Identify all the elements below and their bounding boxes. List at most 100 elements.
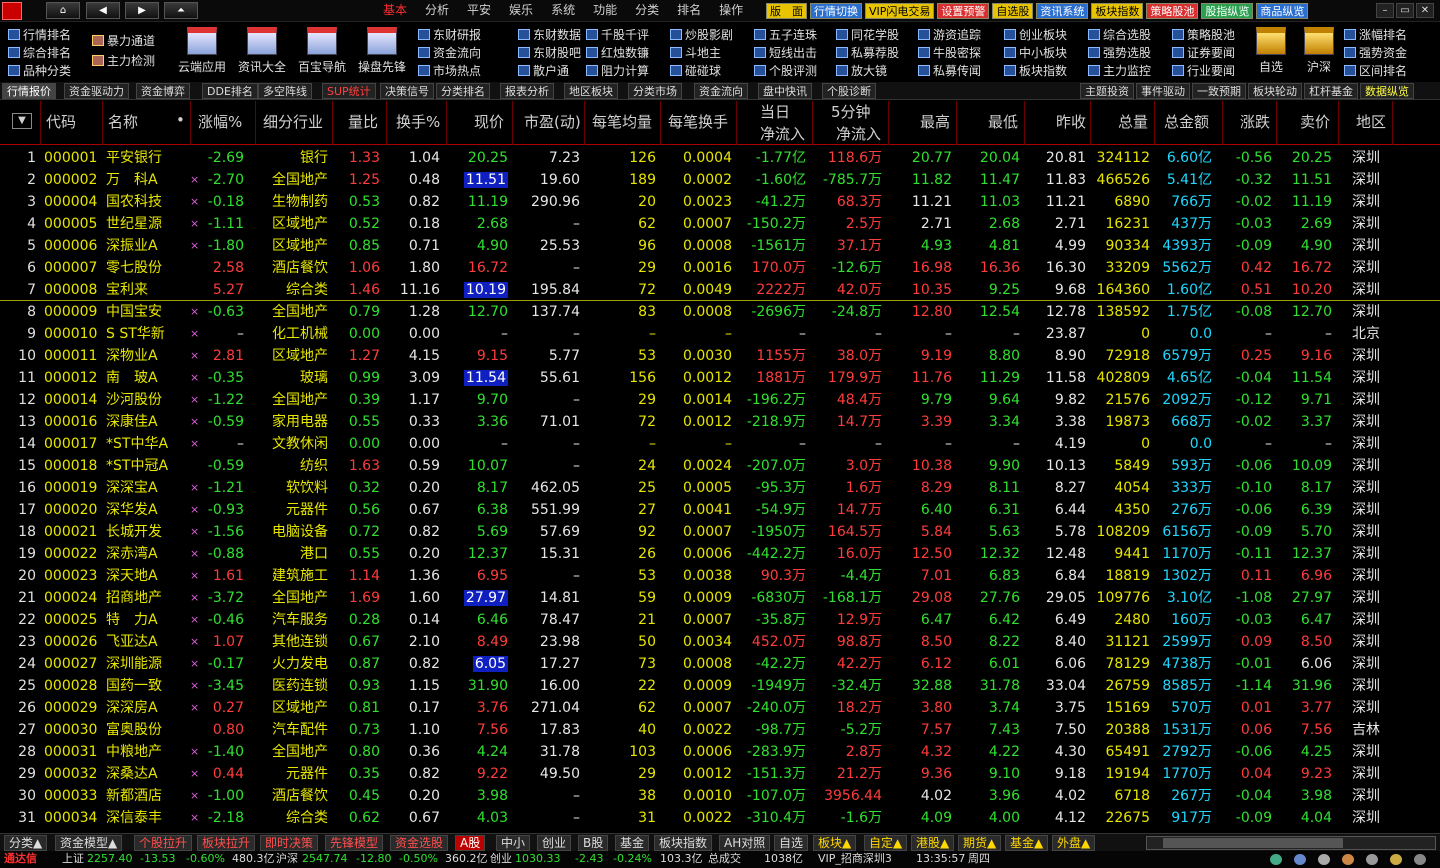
sound-icon[interactable] [1414,854,1426,865]
col-change[interactable]: 涨跌 [1240,111,1270,132]
view-tab-right[interactable]: 事件驱动 [1136,83,1190,99]
view-tab[interactable]: 行情报价 [2,83,56,99]
table-row[interactable]: 20 000023 深天地A × 1.61 建筑施工 1.14 1.36 6.95–53 0.00… [0,565,1440,587]
table-row[interactable]: 17 000020 深华发A × -0.93 元器件 0.56 0.67 6.38 551.99 2… [0,499,1440,521]
toolbar-link[interactable]: 综合排名 [8,44,71,61]
view-tab[interactable]: 资金驱动力 [64,83,129,99]
toolbar-link[interactable]: 板块指数 [1004,62,1067,79]
view-tab[interactable]: 地区板块 [564,83,618,99]
quick-pill-button[interactable]: VIP闪电交易 [865,3,935,19]
toolbar-link[interactable]: 行业要闻 [1172,62,1235,79]
server-name[interactable]: VIP_招商深圳3 [818,851,892,867]
toolbar-link[interactable]: 短线出击 [754,44,817,61]
connection-icon[interactable] [1270,854,1282,865]
table-row[interactable]: 16 000019 深深宝A × -1.21 软饮料 0.32 0.20 8.17 462.05 2… [0,477,1440,499]
table-row[interactable]: 22 000025 特 力A × -0.46 汽车服务 0.28 0.14 6.46 78.47 2… [0,609,1440,631]
toolbar-link[interactable]: 东财股吧 [518,44,581,61]
col-high[interactable]: 最高 [920,111,950,132]
toolbar-link[interactable]: 东财研报 [418,26,481,43]
view-tab-right[interactable]: 板块轮动 [1248,83,1302,99]
quick-pill-button[interactable]: 自选股 [992,3,1034,19]
market-tab[interactable]: 自选 [774,835,809,851]
view-tab-right[interactable]: 数据纵览 [1360,83,1414,99]
table-row[interactable]: 19 000022 深赤湾A × -0.88 港口 0.55 0.20 12.37 15.31 26… [0,543,1440,565]
market-tab[interactable]: 即时决策 [260,835,319,851]
market-tab[interactable]: 中小 [496,835,531,851]
market-tab[interactable]: AH对照 [719,835,771,851]
menu-item[interactable]: 分类 [626,3,668,18]
settings-icon[interactable] [1318,854,1330,865]
toolbar-link[interactable]: 放大镜 [836,62,887,79]
table-row[interactable]: 5 000006 深振业A × -1.80 区域地产 0.85 0.71 4.90 25.53 96… [0,235,1440,257]
toolbar-big-button[interactable]: 操盘先锋 [354,27,410,81]
col-code[interactable]: 代码 [46,111,76,132]
toolbar-big-button[interactable]: 百宝导航 [294,27,350,81]
toolbar-link[interactable]: 涨幅排名 [1344,26,1407,43]
market-tab[interactable]: 基金▲ [1005,835,1049,851]
market-tab[interactable]: A股 [455,835,486,851]
table-row[interactable]: 9 000010 S ST华新 × – 化工机械 0.00 0.00– – – – – – – –23.87… [0,323,1440,345]
toolbar-link[interactable]: 创业板块 [1004,26,1067,43]
table-row[interactable]: 26 000029 深深房A × 0.27 区域地产 0.81 0.17 3.76 271.04 6… [0,697,1440,719]
toolbar-link[interactable]: 私募传闻 [918,62,981,79]
menu-item[interactable]: 排名 [668,3,710,18]
toolbar-link[interactable]: 主力检测 [92,52,155,69]
toolbar-link[interactable]: 散户通 [518,62,569,79]
menu-item[interactable]: 操作 [710,3,752,18]
view-tab[interactable]: DDE排名 [202,83,258,99]
col-industry[interactable]: 细分行业 [263,111,323,132]
toolbar-link[interactable]: 主力监控 [1088,62,1151,79]
toolbar-link[interactable]: 游资追踪 [918,26,981,43]
quick-pill-button[interactable]: 版 面 [766,3,807,19]
view-tab[interactable]: 分类排名 [436,83,490,99]
market-tab[interactable]: 创业 [537,835,572,851]
minimize-button[interactable]: – [1376,3,1394,18]
col-total-volume[interactable]: 总量 [1118,111,1148,132]
menu-item[interactable]: 分析 [416,3,458,18]
toolbar-link[interactable]: 市场热点 [418,62,481,79]
market-tab[interactable]: 外盘▲ [1052,835,1096,851]
table-row[interactable]: 12 000014 沙河股份 × -1.22 全国地产 0.39 1.17 9.70–29 0.0… [0,389,1440,411]
maximize-button[interactable]: ▭ [1396,3,1414,18]
table-row[interactable]: 4 000005 世纪星源 × -1.11 区域地产 0.52 0.18 2.68–62 0.00… [0,213,1440,235]
table-row[interactable]: 21 000024 招商地产 × -3.72 全国地产 1.69 1.60 27.97 14.81… [0,587,1440,609]
col-name[interactable]: 名称 [108,111,138,132]
toolbar-link[interactable]: 策略股池 [1172,26,1235,43]
quick-pill-button[interactable]: 商品纵览 [1256,3,1309,19]
close-button[interactable]: ✕ [1416,3,1434,18]
view-tab-right[interactable]: 一致预期 [1192,83,1246,99]
menu-item[interactable]: 基本 [374,3,416,18]
home-button[interactable]: ⌂ [46,2,80,19]
col-day-net-inflow[interactable]: 净流入 [760,123,805,144]
table-row[interactable]: 18 000021 长城开发 × -1.56 电脑设备 0.72 0.82 5.69 57.69 9… [0,521,1440,543]
toolbar-link[interactable]: 千股千评 [586,26,649,43]
table-row[interactable]: 24 000027 深圳能源 × -0.17 火力发电 0.87 0.82 6.05 17.27 7… [0,653,1440,675]
market-tab[interactable]: 资金选股 [390,835,449,851]
table-row[interactable]: 25 000028 国药一致 × -3.45 医药连锁 0.93 1.15 31.90 16.00… [0,675,1440,697]
toolbar-link[interactable]: 炒股影剧 [670,26,733,43]
view-tab[interactable]: 决策信号 [380,83,434,99]
quick-pill-button[interactable]: 设置预警 [937,3,990,19]
quick-pill-button[interactable]: 资讯系统 [1036,3,1089,19]
table-row[interactable]: 30 000033 新都酒店 × -1.00 酒店餐饮 0.45 0.20 3.98–38 0.0… [0,785,1440,807]
table-row[interactable]: 28 000031 中粮地产 × -1.40 全国地产 0.80 0.36 4.24 31.78 1… [0,741,1440,763]
toolbar-link[interactable]: 品种分类 [8,62,71,79]
market-tab[interactable]: 基金 [615,835,650,851]
view-tab[interactable]: 盘中快讯 [758,83,812,99]
table-row[interactable]: 2 000002 万 科A × -2.70 全国地产 1.25 0.48 11.51 19.60 1… [0,169,1440,191]
view-tab[interactable]: 报表分析 [500,83,554,99]
toolbar-big-button[interactable]: 资讯大全 [234,27,290,81]
market-tab[interactable]: 港股▲ [911,835,955,851]
toolbar-link[interactable]: 红烛数镰 [586,44,649,61]
col-price[interactable]: 现价 [474,111,504,132]
market-tab[interactable]: 资金模型▲ [55,835,123,851]
table-row[interactable]: 11 000012 南 玻A × -0.35 玻璃 0.99 3.09 11.54 55.61 15… [0,367,1440,389]
toolbar-link[interactable]: 暴力通道 [92,32,155,49]
col-low[interactable]: 最低 [988,111,1018,132]
toolbar-link[interactable]: 阻力计算 [586,62,649,79]
table-row[interactable]: 7 000008 宝利来 5.27 综合类 1.46 11.16 10.19 195.84 72 0… [0,279,1440,301]
toolbar-link[interactable]: 私募荐股 [836,44,899,61]
lock-icon[interactable] [1366,854,1378,865]
toolbar-link[interactable]: 同花学股 [836,26,899,43]
alert-icon[interactable] [1342,854,1354,865]
